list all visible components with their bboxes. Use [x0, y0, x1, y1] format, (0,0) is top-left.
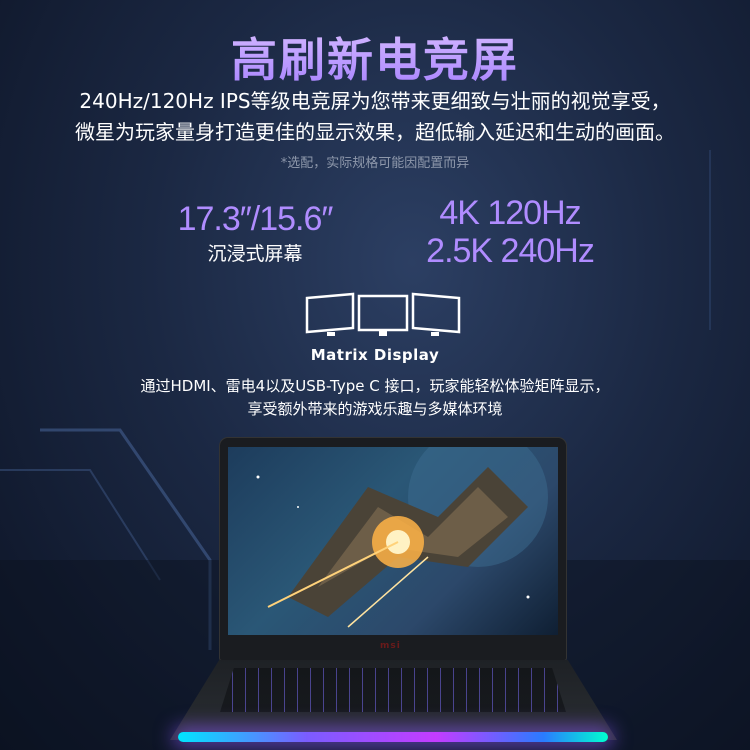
laptop-screen-artwork [228, 447, 558, 635]
laptop-screen-bezel: msi [220, 438, 566, 660]
spec-resolution: 4K 120Hz 2.5K 240Hz [400, 194, 620, 270]
intro-line-2: 微星为玩家量身打造更佳的显示效果，超低输入延迟和生动的画面。 [75, 120, 675, 144]
intro-line-1: 240Hz/120Hz IPS等级电竞屏为您带来更细致与壮丽的视觉享受， [79, 89, 671, 113]
laptop-keyboard-keys [220, 668, 566, 712]
triple-monitor-icon [305, 292, 461, 336]
space-battle-artwork [256, 447, 548, 628]
laptop-illustration: msi [0, 438, 750, 750]
intro-text: 240Hz/120Hz IPS等级电竞屏为您带来更细致与壮丽的视觉享受， 微星为… [0, 86, 750, 148]
matrix-desc-line-1: 通过HDMI、雷电4以及USB-Type C 接口，玩家能轻松体验矩阵显示， [140, 377, 610, 395]
rgb-light-bar [178, 732, 608, 742]
config-note: *选配，实际规格可能因配置而异 [280, 156, 470, 171]
matrix-description: 通过HDMI、雷电4以及USB-Type C 接口，玩家能轻松体验矩阵显示， 享… [0, 375, 750, 421]
screen-size-label: 沉浸式屏幕 [207, 243, 303, 265]
brand-logo: msi [380, 641, 401, 651]
matrix-display-label: Matrix Display [310, 346, 440, 364]
matrix-desc-line-2: 享受额外带来的游戏乐趣与多媒体环境 [247, 400, 503, 418]
screen-size-value: 17.3″/15.6″ [177, 200, 334, 238]
spec-screen-size: 17.3″/15.6″ 沉浸式屏幕 [150, 200, 360, 266]
resolution-2-5k: 2.5K 240Hz [426, 232, 595, 270]
resolution-4k: 4K 120Hz [439, 194, 581, 232]
page-title: 高刷新电竞屏 [0, 24, 750, 90]
